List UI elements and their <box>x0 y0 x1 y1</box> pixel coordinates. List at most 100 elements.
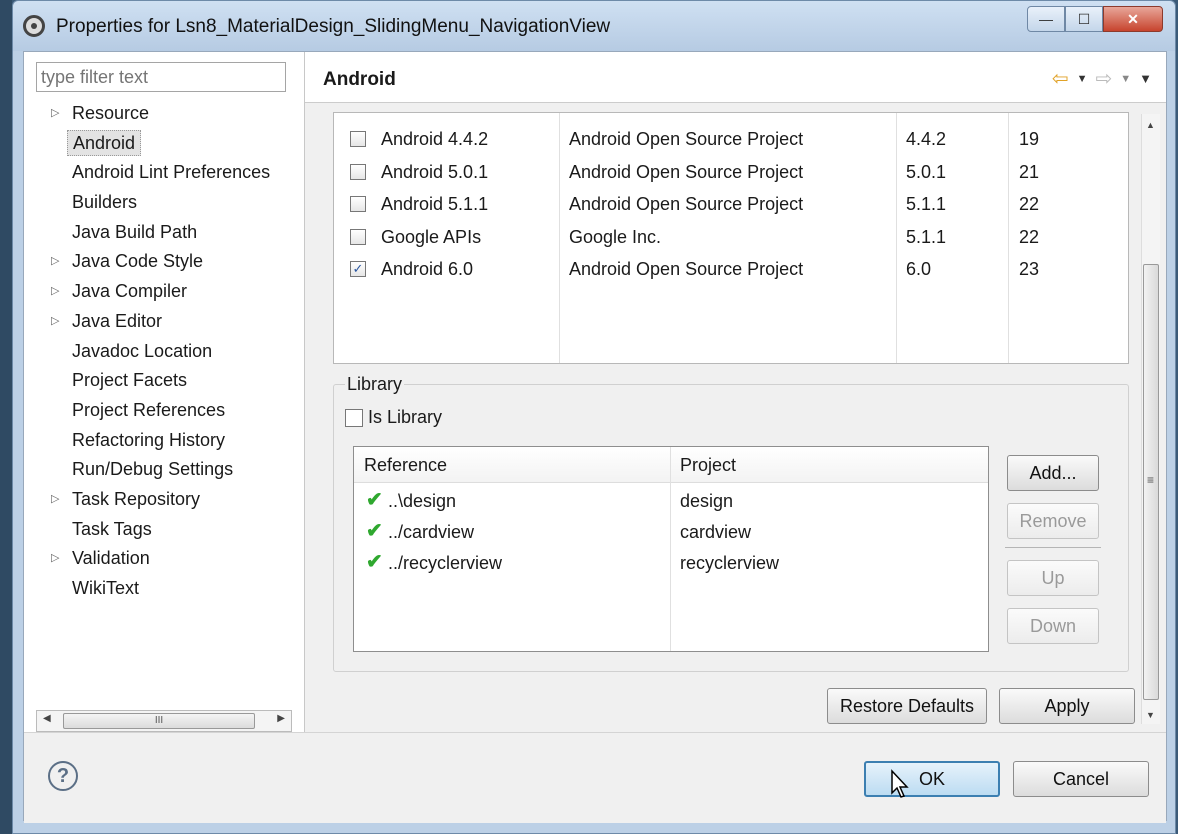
forward-arrow-icon[interactable]: ⇨ <box>1095 66 1112 91</box>
table-row[interactable]: Android 5.1.1 Android Open Source Project… <box>334 190 1128 223</box>
eclipse-app-icon <box>23 15 45 37</box>
nav-item[interactable]: Javadoc Location <box>24 337 304 367</box>
target-vendor: Google Inc. <box>569 226 662 247</box>
build-target-table: Android 4.4.2 Android Open Source Project… <box>333 112 1129 364</box>
expand-arrow-icon[interactable]: ▷ <box>51 307 59 336</box>
scroll-up-arrow-icon[interactable]: ▲ <box>1146 120 1155 130</box>
table-row[interactable]: ✔ ../recyclerview recyclerview <box>354 547 988 578</box>
library-reference-table: Reference Project ✔ ..\design design ✔ ../ca… <box>353 446 989 652</box>
target-platform: 5.1.1 <box>906 226 947 247</box>
remove-button[interactable]: Remove <box>1007 503 1099 539</box>
maximize-button[interactable]: ☐ <box>1065 6 1103 32</box>
table-row[interactable]: Google APIs Google Inc. 5.1.1 22 <box>334 223 1128 256</box>
view-menu-icon[interactable]: ▼ <box>1139 71 1152 86</box>
scroll-left-arrow-icon[interactable]: ◀ <box>43 713 51 724</box>
scroll-thumb[interactable]: ≡ <box>1143 264 1159 700</box>
dialog-content: ▷ Resource Android Android Lint Preferences… <box>23 51 1167 823</box>
nav-item-label: Android Lint Preferences <box>72 162 271 183</box>
nav-item-label: Android <box>67 129 142 156</box>
target-platform: 4.4.2 <box>906 129 947 149</box>
down-button[interactable]: Down <box>1007 608 1099 644</box>
history-nav: ⇦ ▼ ⇨ ▼ ▼ <box>1052 66 1152 91</box>
expand-arrow-icon[interactable]: ▷ <box>51 544 59 573</box>
android-pane: Android ⇦ ▼ ⇨ ▼ ▼ Android 4.4.2 Android O… <box>305 52 1166 732</box>
nav-item-label: Task Tags <box>72 518 152 539</box>
add-button[interactable]: Add... <box>1007 455 1099 491</box>
nav-item[interactable]: ▷ Validation <box>24 544 304 574</box>
cancel-button[interactable]: Cancel <box>1013 761 1149 797</box>
page-title: Android <box>323 69 396 90</box>
nav-item[interactable]: Refactoring History <box>24 426 304 456</box>
scroll-right-arrow-icon[interactable]: ▶ <box>277 713 285 724</box>
expand-arrow-icon[interactable]: ▷ <box>51 277 59 306</box>
close-button[interactable]: ✕ <box>1103 6 1163 32</box>
nav-horizontal-scrollbar[interactable]: ◀ III ▶ <box>36 710 292 732</box>
nav-item-label: Resource <box>72 103 150 123</box>
target-name: Google APIs <box>381 226 482 247</box>
is-library-label: Is Library <box>368 407 443 427</box>
nav-item-label: Project Facets <box>72 370 188 391</box>
nav-item[interactable]: ▷ Java Compiler <box>24 277 304 307</box>
scroll-down-arrow-icon[interactable]: ▼ <box>1146 710 1155 720</box>
target-vendor: Android Open Source Project <box>569 161 804 182</box>
target-checkbox[interactable] <box>350 196 366 213</box>
nav-item[interactable]: ▷ Java Code Style <box>24 247 304 277</box>
nav-item[interactable]: ▷ Task Repository <box>24 485 304 515</box>
help-icon[interactable]: ? <box>48 761 78 791</box>
title-bar[interactable]: Properties for Lsn8_MaterialDesign_Slidi… <box>13 1 1175 51</box>
filter-input[interactable] <box>36 62 286 92</box>
pane-vertical-scrollbar[interactable]: ▲ ≡ ▼ <box>1141 114 1160 724</box>
ok-button[interactable]: OK <box>864 761 1000 797</box>
nav-item[interactable]: Android <box>24 129 304 159</box>
is-library-checkbox[interactable]: Is Library <box>345 407 442 428</box>
target-name: Android 5.0.1 <box>381 161 489 182</box>
nav-item[interactable]: Run/Debug Settings <box>24 455 304 485</box>
back-arrow-icon[interactable]: ⇦ <box>1052 66 1069 91</box>
nav-item-label: WikiText <box>72 578 139 598</box>
nav-item[interactable]: Task Tags <box>24 515 304 545</box>
expand-arrow-icon[interactable]: ▷ <box>51 99 59 128</box>
column-header-project[interactable]: Project <box>680 455 736 476</box>
apply-button[interactable]: Apply <box>999 688 1135 724</box>
target-checkbox[interactable] <box>350 228 366 245</box>
target-api-level: 22 <box>1019 226 1040 247</box>
button-separator <box>1005 547 1101 548</box>
nav-item[interactable]: Android Lint Preferences <box>24 158 304 188</box>
table-row[interactable]: ✓ Android 6.0 Android Open Source Project 6… <box>334 255 1128 288</box>
nav-item-label: Javadoc Location <box>72 340 213 361</box>
nav-item[interactable]: Builders <box>24 188 304 218</box>
target-checkbox[interactable] <box>350 163 366 180</box>
minimize-button[interactable]: — <box>1027 6 1065 32</box>
nav-item[interactable]: ▷ Java Editor <box>24 307 304 337</box>
nav-item[interactable]: Project References <box>24 396 304 426</box>
forward-dropdown-icon[interactable]: ▼ <box>1120 73 1131 85</box>
green-check-icon: ✔ <box>366 520 383 542</box>
target-vendor: Android Open Source Project <box>569 259 804 280</box>
expand-arrow-icon[interactable]: ▷ <box>51 247 59 276</box>
target-api-level: 23 <box>1019 259 1040 280</box>
target-checkbox[interactable] <box>350 131 366 147</box>
table-row[interactable]: Android 4.4.2 Android Open Source Project… <box>334 125 1128 158</box>
column-header-reference[interactable]: Reference <box>364 455 447 476</box>
window-controls: — ☐ ✕ <box>1027 6 1163 32</box>
nav-item[interactable]: ▷ Resource <box>24 99 304 129</box>
reference-project: recyclerview <box>680 553 780 573</box>
table-row-partial <box>334 113 1128 118</box>
is-library-box[interactable] <box>345 408 363 427</box>
reference-project: cardview <box>680 522 752 542</box>
target-name: Android 5.1.1 <box>381 194 489 215</box>
nav-item[interactable]: Project Facets <box>24 366 304 396</box>
scroll-thumb[interactable]: III <box>63 713 255 729</box>
table-row[interactable]: ✔ ..\design design <box>354 485 988 516</box>
up-button[interactable]: Up <box>1007 560 1099 596</box>
back-dropdown-icon[interactable]: ▼ <box>1077 73 1088 85</box>
preference-nav: ▷ Resource Android Android Lint Preferences… <box>24 52 305 732</box>
table-row[interactable]: Android 5.0.1 Android Open Source Project… <box>334 158 1128 191</box>
table-row[interactable]: ✔ ../cardview cardview <box>354 516 988 547</box>
nav-item[interactable]: Java Build Path <box>24 218 304 248</box>
target-checkbox[interactable]: ✓ <box>350 261 366 278</box>
expand-arrow-icon[interactable]: ▷ <box>51 485 59 514</box>
nav-item[interactable]: WikiText <box>24 574 304 604</box>
scroll-grip: III <box>154 715 164 726</box>
restore-defaults-button[interactable]: Restore Defaults <box>827 688 987 724</box>
